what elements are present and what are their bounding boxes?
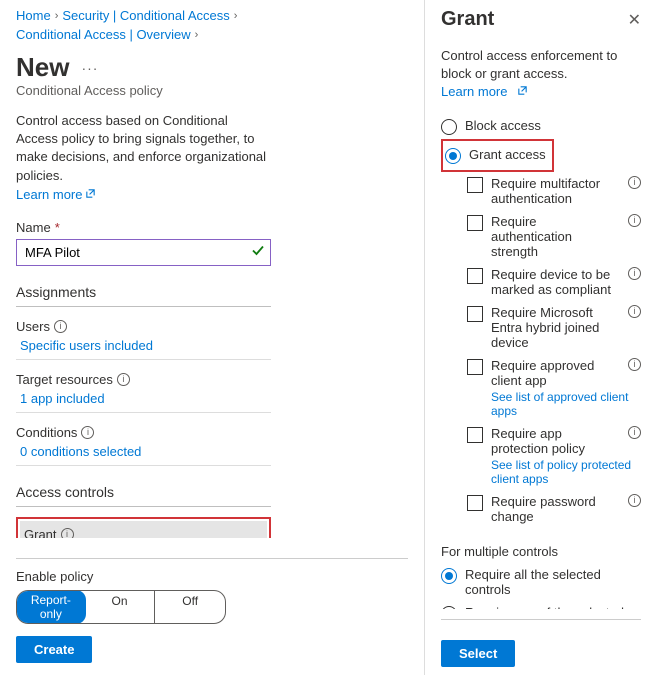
info-icon[interactable]: i <box>628 176 641 189</box>
info-icon[interactable]: i <box>54 320 67 333</box>
crumb-security[interactable]: Security | Conditional Access <box>62 8 229 23</box>
password-change-label: Require password change <box>491 494 620 524</box>
more-menu-icon[interactable]: ··· <box>77 58 102 78</box>
chevron-right-icon: › <box>195 29 199 41</box>
page-subtitle: Conditional Access policy <box>16 83 408 98</box>
auth-strength-label: Require authentication strength <box>491 214 620 259</box>
check-hybrid-device[interactable] <box>467 306 483 322</box>
name-label: Name <box>16 220 51 235</box>
assignments-heading: Assignments <box>16 284 271 307</box>
panel-intro: Control access enforcement to block or g… <box>441 47 641 102</box>
targets-link[interactable]: 1 app included <box>16 391 271 413</box>
info-icon[interactable]: i <box>117 373 130 386</box>
intro-text: Control access based on Conditional Acce… <box>16 112 271 185</box>
block-access-label: Block access <box>465 118 541 133</box>
compliant-label: Require device to be marked as compliant <box>491 267 620 297</box>
close-icon[interactable]: ✕ <box>628 10 641 30</box>
info-icon[interactable]: i <box>81 426 94 439</box>
required-asterisk: * <box>55 220 60 235</box>
conditions-label: Conditions <box>16 425 77 440</box>
radio-require-one[interactable] <box>441 606 457 609</box>
grant-access-label: Grant access <box>469 147 546 162</box>
conditions-link[interactable]: 0 conditions selected <box>16 444 271 466</box>
require-one-label: Require one of the selected controls <box>465 605 641 609</box>
grant-panel: Grant ✕ Control access enforcement to bl… <box>425 0 653 675</box>
check-app-protection[interactable] <box>467 427 483 443</box>
multiple-controls-label: For multiple controls <box>441 544 641 559</box>
external-link-icon <box>85 187 96 202</box>
bottom-toolbar: Enable policy Report-only On Off Create <box>16 558 408 675</box>
grant-label: Grant <box>24 527 57 538</box>
users-label: Users <box>16 319 50 334</box>
check-mfa[interactable] <box>467 177 483 193</box>
panel-learn-more-link[interactable]: Learn more <box>441 83 528 101</box>
radio-grant-access[interactable] <box>445 148 461 164</box>
toggle-report-only[interactable]: Report-only <box>16 590 86 624</box>
chevron-right-icon: › <box>55 10 59 22</box>
info-icon[interactable]: i <box>628 358 641 371</box>
info-icon[interactable]: i <box>628 305 641 318</box>
crumb-overview[interactable]: Conditional Access | Overview <box>16 27 191 42</box>
radio-require-all[interactable] <box>441 568 457 584</box>
approved-apps-link[interactable]: See list of approved client apps <box>491 390 641 418</box>
info-icon[interactable]: i <box>628 426 641 439</box>
radio-block-access[interactable] <box>441 119 457 135</box>
left-pane: Home › Security | Conditional Access › C… <box>0 0 425 675</box>
users-link[interactable]: Specific users included <box>16 338 271 360</box>
chevron-right-icon: › <box>234 10 238 22</box>
check-auth-strength[interactable] <box>467 215 483 231</box>
require-all-label: Require all the selected controls <box>465 567 641 597</box>
create-button[interactable]: Create <box>16 636 92 663</box>
enable-policy-toggle[interactable]: Report-only On Off <box>16 590 226 624</box>
app-protection-label: Require app protection policy <box>491 426 620 456</box>
learn-more-link[interactable]: Learn more <box>16 187 96 202</box>
check-compliant-device[interactable] <box>467 268 483 284</box>
grant-highlight: Granti 0 controls selected <box>16 517 271 538</box>
enable-policy-label: Enable policy <box>16 569 408 584</box>
access-controls-heading: Access controls <box>16 484 271 507</box>
info-icon[interactable]: i <box>61 528 74 538</box>
hybrid-label: Require Microsoft Entra hybrid joined de… <box>491 305 620 350</box>
approved-app-label: Require approved client app <box>491 358 620 388</box>
check-approved-app[interactable] <box>467 359 483 375</box>
grant-access-highlight: Grant access <box>441 139 554 172</box>
external-link-icon <box>517 83 528 101</box>
checkmark-icon <box>251 244 265 261</box>
protection-apps-link[interactable]: See list of policy protected client apps <box>491 458 641 486</box>
info-icon[interactable]: i <box>628 494 641 507</box>
name-input[interactable] <box>16 239 271 266</box>
info-icon[interactable]: i <box>628 214 641 227</box>
check-password-change[interactable] <box>467 495 483 511</box>
toggle-on[interactable]: On <box>85 591 156 623</box>
targets-label: Target resources <box>16 372 113 387</box>
crumb-home[interactable]: Home <box>16 8 51 23</box>
breadcrumb: Home › Security | Conditional Access › C… <box>16 8 408 42</box>
toggle-off[interactable]: Off <box>155 591 225 623</box>
page-title: New <box>16 52 69 83</box>
panel-title: Grant <box>441 8 494 31</box>
mfa-label: Require multifactor authentication <box>491 176 620 206</box>
info-icon[interactable]: i <box>628 267 641 280</box>
select-button[interactable]: Select <box>441 640 515 667</box>
